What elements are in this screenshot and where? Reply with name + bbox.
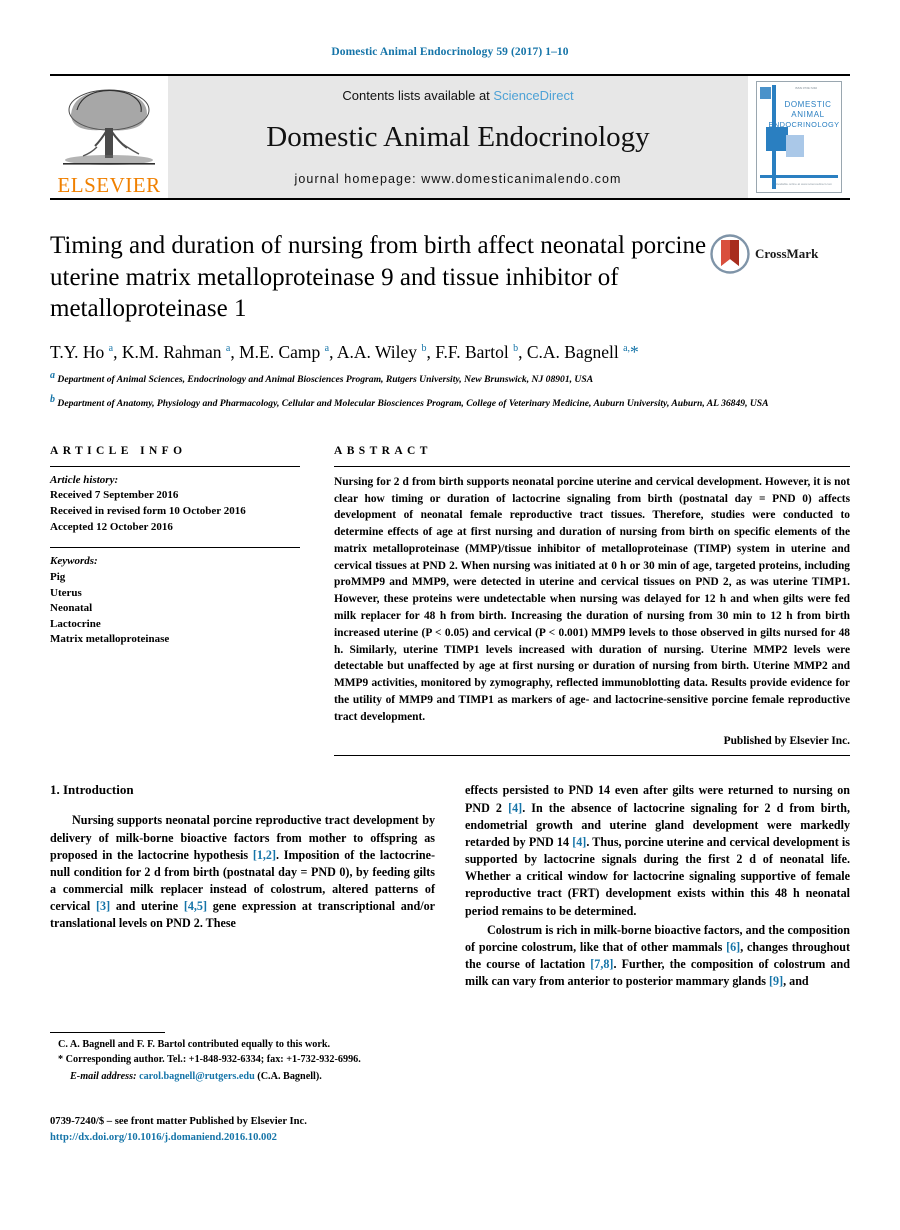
- footnote-block: C. A. Bagnell and F. F. Bartol contribut…: [50, 1032, 420, 1084]
- imprint-block: 0739-7240/$ – see front matter Published…: [50, 1114, 450, 1146]
- svg-text:DOMESTIC: DOMESTIC: [784, 100, 831, 109]
- running-head: Domestic Animal Endocrinology 59 (2017) …: [331, 46, 569, 58]
- article-history-received: Received 7 September 2016: [50, 489, 179, 502]
- contents-prefix: Contents lists available at: [342, 88, 494, 103]
- abstract-top-rule: [334, 465, 850, 467]
- doi-link[interactable]: http://dx.doi.org/10.1016/j.domaniend.20…: [50, 1130, 450, 1146]
- abstract-publisher-line: Published by Elsevier Inc.: [723, 735, 850, 748]
- svg-text:ISSN 0739-7240: ISSN 0739-7240: [795, 86, 818, 90]
- keywords-rule: [50, 547, 300, 549]
- title-area: Timing and duration of nursing from birt…: [50, 230, 850, 325]
- affiliation-b-text: Department of Anatomy, Physiology and Ph…: [57, 398, 769, 410]
- svg-text:Available online at www.scienc: Available online at www.sciencedirect.co…: [776, 182, 833, 186]
- elsevier-wordmark: ELSEVIER: [57, 173, 161, 197]
- body-column-right: effects persisted to PND 14 even after g…: [465, 782, 850, 992]
- sciencedirect-link[interactable]: ScienceDirect: [493, 88, 573, 103]
- abstract-bottom-rule: [334, 755, 850, 757]
- elsevier-tree-icon: [63, 89, 155, 165]
- keyword-item: Lactocrine: [50, 617, 101, 630]
- keyword-item: Uterus: [50, 586, 82, 599]
- abstract-column: ABSTRACT Nursing for 2 d from birth supp…: [334, 444, 850, 757]
- footnote-email-line: E-mail address: carol.bagnell@rutgers.ed…: [50, 1070, 420, 1085]
- body-columns: 1. Introduction Nursing supports neonata…: [50, 782, 850, 992]
- article-history-block: Article history: Received 7 September 20…: [50, 467, 300, 535]
- journal-cover-image: ISSN 0739-7240 DOMESTIC ANIMAL ENDOCRINO…: [756, 81, 842, 193]
- author-list: T.Y. Ho a, K.M. Rahman a, M.E. Camp a, A…: [50, 341, 639, 362]
- body-column-left: 1. Introduction Nursing supports neonata…: [50, 782, 435, 992]
- article-history-label: Article history:: [50, 473, 119, 486]
- crossmark-badge[interactable]: CrossMark: [710, 234, 818, 274]
- journal-title: Domestic Animal Endocrinology: [266, 121, 650, 153]
- email-label: E-mail address:: [70, 1070, 137, 1082]
- footnote-equal-contribution: C. A. Bagnell and F. F. Bartol contribut…: [58, 1039, 331, 1050]
- info-abstract-row: ARTICLE INFO Article history: Received 7…: [50, 444, 850, 757]
- contents-available-line: Contents lists available at ScienceDirec…: [342, 88, 573, 103]
- intro-paragraph-1: Nursing supports neonatal porcine reprod…: [50, 813, 436, 931]
- abstract-heading: ABSTRACT: [334, 444, 432, 457]
- svg-text:ANIMAL: ANIMAL: [791, 110, 824, 119]
- article-history-revised: Received in revised form 10 October 2016: [50, 505, 246, 518]
- abstract-text: Nursing for 2 d from birth supports neon…: [334, 475, 850, 723]
- crossmark-label: CrossMark: [755, 246, 819, 261]
- page-title: Timing and duration of nursing from birt…: [50, 232, 707, 322]
- footnote-corresponding-author: * Corresponding author. Tel.: +1-848-932…: [58, 1053, 361, 1065]
- svg-text:ENDOCRINOLOGY: ENDOCRINOLOGY: [769, 120, 840, 129]
- keywords-label: Keywords:: [50, 555, 98, 568]
- keyword-item: Neonatal: [50, 602, 93, 615]
- keyword-item: Pig: [50, 570, 66, 583]
- journal-masthead: ELSEVIER Contents lists available at Sci…: [50, 74, 850, 200]
- affiliation-a: a Department of Animal Sciences, Endocri…: [50, 369, 850, 387]
- affiliation-a-text: Department of Animal Sciences, Endocrino…: [57, 374, 594, 386]
- email-link[interactable]: carol.bagnell@rutgers.edu: [139, 1071, 255, 1082]
- affiliation-b: b Department of Anatomy, Physiology and …: [50, 393, 850, 411]
- keywords-block: Keywords: Pig Uterus Neonatal Lactocrine…: [50, 554, 300, 648]
- article-page: Domestic Animal Endocrinology 59 (2017) …: [0, 0, 900, 1230]
- elsevier-logo: ELSEVIER: [50, 76, 168, 198]
- email-owner: (C.A. Bagnell).: [257, 1070, 322, 1082]
- affiliation-marker-a: a: [50, 370, 55, 382]
- crossmark-icon: [710, 234, 750, 274]
- section-title-introduction: 1. Introduction: [50, 782, 134, 798]
- journal-cover-thumbnail[interactable]: ISSN 0739-7240 DOMESTIC ANIMAL ENDOCRINO…: [748, 76, 850, 198]
- journal-homepage-line[interactable]: journal homepage: www.domesticanimalendo…: [294, 172, 621, 186]
- intro-paragraph-1-continued: effects persisted to PND 14 even after g…: [465, 783, 850, 918]
- affiliation-marker-b: b: [50, 394, 55, 406]
- intro-paragraph-2: Colostrum is rich in milk-borne bioactiv…: [465, 922, 850, 989]
- journal-band: Contents lists available at ScienceDirec…: [168, 76, 748, 198]
- article-info-column: ARTICLE INFO Article history: Received 7…: [50, 445, 300, 756]
- article-info-heading: ARTICLE INFO: [50, 444, 187, 457]
- article-history-accepted: Accepted 12 October 2016: [50, 520, 173, 533]
- footnote-rule: [50, 1032, 165, 1033]
- imprint-line: 0739-7240/$ – see front matter Published…: [50, 1116, 307, 1127]
- keyword-item: Matrix metalloproteinase: [50, 633, 170, 646]
